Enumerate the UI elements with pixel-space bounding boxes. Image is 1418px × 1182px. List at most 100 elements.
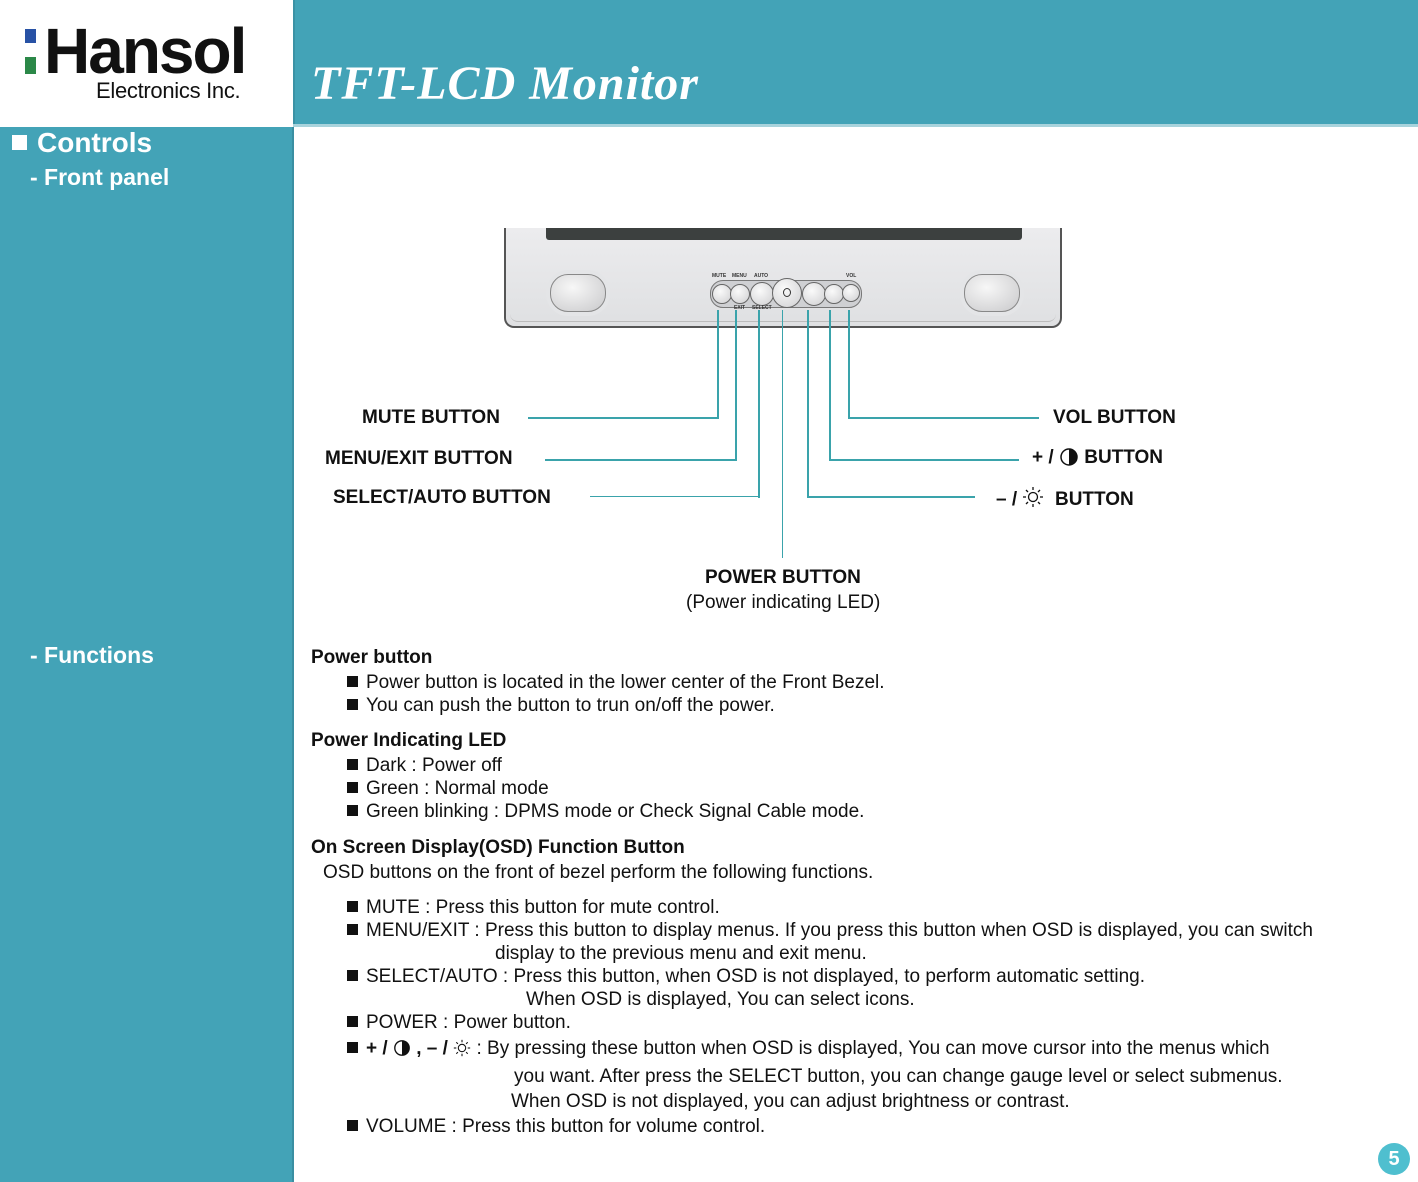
leader-line-mute-h xyxy=(528,417,719,419)
plus-contrast-button[interactable] xyxy=(824,284,844,304)
list-item-text: VOLUME : Press this button for volume co… xyxy=(366,1116,766,1137)
bullet-icon xyxy=(347,676,358,687)
bullet-icon xyxy=(347,699,358,710)
callout-mute: MUTE BUTTON xyxy=(362,407,500,428)
callout-select-auto: SELECT/AUTO BUTTON xyxy=(333,487,551,508)
bezel-edge xyxy=(510,311,1056,322)
section-heading-label: Controls xyxy=(37,127,153,158)
heading-osd: On Screen Display(OSD) Function Button xyxy=(311,837,685,858)
bullet-icon xyxy=(347,1042,358,1053)
page-number-badge: 5 xyxy=(1378,1143,1410,1175)
power-led-icon xyxy=(783,288,791,297)
list-item: Green blinking : DPMS mode or Check Sign… xyxy=(347,801,864,823)
list-item-text: Green blinking : DPMS mode or Check Sign… xyxy=(366,801,865,822)
list-item: POWER : Power button. xyxy=(347,1012,571,1034)
minus-sign: – / xyxy=(996,489,1018,510)
leader-line-plus xyxy=(829,310,831,461)
list-item-text: Power button is located in the lower cen… xyxy=(366,672,885,693)
menu-exit-button[interactable] xyxy=(730,284,750,304)
list-item-text: POWER : Power button. xyxy=(366,1012,571,1033)
list-item-text: You can push the button to trun on/off t… xyxy=(366,695,775,716)
leader-line-vol-h xyxy=(848,417,1039,419)
mute-button[interactable] xyxy=(712,284,732,304)
brand-name: Hansol xyxy=(44,15,247,87)
osd-intro: OSD buttons on the front of bezel perfor… xyxy=(323,862,874,883)
contrast-icon xyxy=(1060,448,1078,466)
list-item-text: MUTE : Press this button for mute contro… xyxy=(366,897,720,918)
callout-vol: VOL BUTTON xyxy=(1053,407,1176,428)
list-item: Power button is located in the lower cen… xyxy=(347,672,885,694)
monitor-screen-edge xyxy=(546,228,1022,240)
list-item-continuation: display to the previous menu and exit me… xyxy=(495,943,867,964)
leader-line-mute xyxy=(717,310,719,419)
heading-power-button: Power button xyxy=(311,647,433,668)
brightness-icon xyxy=(1023,487,1044,507)
bullet-icon xyxy=(347,970,358,981)
brand-subtitle: Electronics Inc. xyxy=(96,78,241,103)
contrast-icon xyxy=(394,1040,410,1056)
callout-menu-exit: MENU/EXIT BUTTON xyxy=(325,448,513,469)
callout-minus-label: BUTTON xyxy=(1054,489,1134,510)
list-item-text: Dark : Power off xyxy=(366,755,502,776)
leader-line-menu xyxy=(735,310,737,461)
list-item: MENU/EXIT : Press this button to display… xyxy=(347,920,1313,942)
right-speaker xyxy=(964,274,1020,312)
bullet-icon xyxy=(347,805,358,816)
list-item: Dark : Power off xyxy=(347,755,502,777)
list-item-continuation: When OSD is displayed, You can select ic… xyxy=(526,989,915,1010)
list-item: SELECT/AUTO : Press this button, when OS… xyxy=(347,966,1145,988)
list-item: Green : Normal mode xyxy=(347,778,549,800)
logo-mark-blue xyxy=(25,29,36,43)
list-item-text: SELECT/AUTO : Press this button, when OS… xyxy=(366,966,1145,987)
power-button[interactable] xyxy=(772,278,802,308)
left-speaker xyxy=(550,274,606,312)
list-item-continuation: When OSD is not displayed, you can adjus… xyxy=(511,1091,1070,1112)
plus-sign: + / xyxy=(1032,447,1054,468)
bullet-icon xyxy=(347,924,358,935)
sidebar-divider xyxy=(292,127,294,1182)
vol-button[interactable] xyxy=(842,284,860,302)
page-title: TFT-LCD Monitor xyxy=(311,57,699,110)
bullet-icon xyxy=(347,1120,358,1131)
list-item: VOLUME : Press this button for volume co… xyxy=(347,1116,765,1138)
leader-line-power xyxy=(782,310,783,558)
callout-plus-contrast: + / BUTTON xyxy=(1032,446,1163,469)
leader-line-minus-h xyxy=(807,496,975,498)
leader-line-select-h xyxy=(590,496,760,497)
bezel-label-mute: MUTE xyxy=(712,273,727,279)
leader-line-select xyxy=(758,310,760,498)
logo-area: Hansol Electronics Inc. xyxy=(0,0,293,127)
leader-line-plus-h xyxy=(829,459,1019,461)
monitor-bezel-illustration: MUTE MENU AUTO VOL EXIT SELECT xyxy=(504,228,1062,328)
list-item: MUTE : Press this button for mute contro… xyxy=(347,897,720,919)
subsection-front-panel: - Front panel xyxy=(30,164,170,190)
list-item: + / , – / : By pressing these button whe… xyxy=(347,1038,1270,1060)
callout-plus-label: BUTTON xyxy=(1084,447,1164,468)
bezel-label-select: SELECT xyxy=(752,305,772,311)
bullet-icon xyxy=(347,759,358,770)
leader-line-minus xyxy=(807,310,809,498)
minus-sign: , – / xyxy=(416,1038,448,1059)
section-heading: Controls xyxy=(12,127,152,159)
heading-power-led: Power Indicating LED xyxy=(311,730,507,751)
list-item: You can push the button to trun on/off t… xyxy=(347,695,775,717)
minus-brightness-button[interactable] xyxy=(802,282,826,306)
list-item-text: MENU/EXIT : Press this button to display… xyxy=(366,920,1313,941)
logo-mark-green xyxy=(25,57,36,74)
subsection-functions: - Functions xyxy=(30,642,154,668)
leader-line-vol xyxy=(848,310,850,419)
bezel-label-auto: AUTO xyxy=(754,273,769,279)
bezel-label-vol: VOL xyxy=(846,273,857,279)
callout-power: POWER BUTTON xyxy=(705,567,861,588)
callout-minus-brightness: – / BUTTON xyxy=(996,486,1134,511)
list-item-text: Green : Normal mode xyxy=(366,778,549,799)
select-auto-button[interactable] xyxy=(750,282,774,306)
bezel-label-menu: MENU xyxy=(732,273,747,279)
header-divider xyxy=(293,124,1418,127)
bullet-icon xyxy=(347,1016,358,1027)
list-item-text: : By pressing these button when OSD is d… xyxy=(476,1038,1270,1059)
callout-power-sub: (Power indicating LED) xyxy=(686,592,881,613)
bullet-icon xyxy=(347,782,358,793)
plus-sign: + / xyxy=(366,1038,388,1059)
leader-line-menu-h xyxy=(545,459,737,461)
